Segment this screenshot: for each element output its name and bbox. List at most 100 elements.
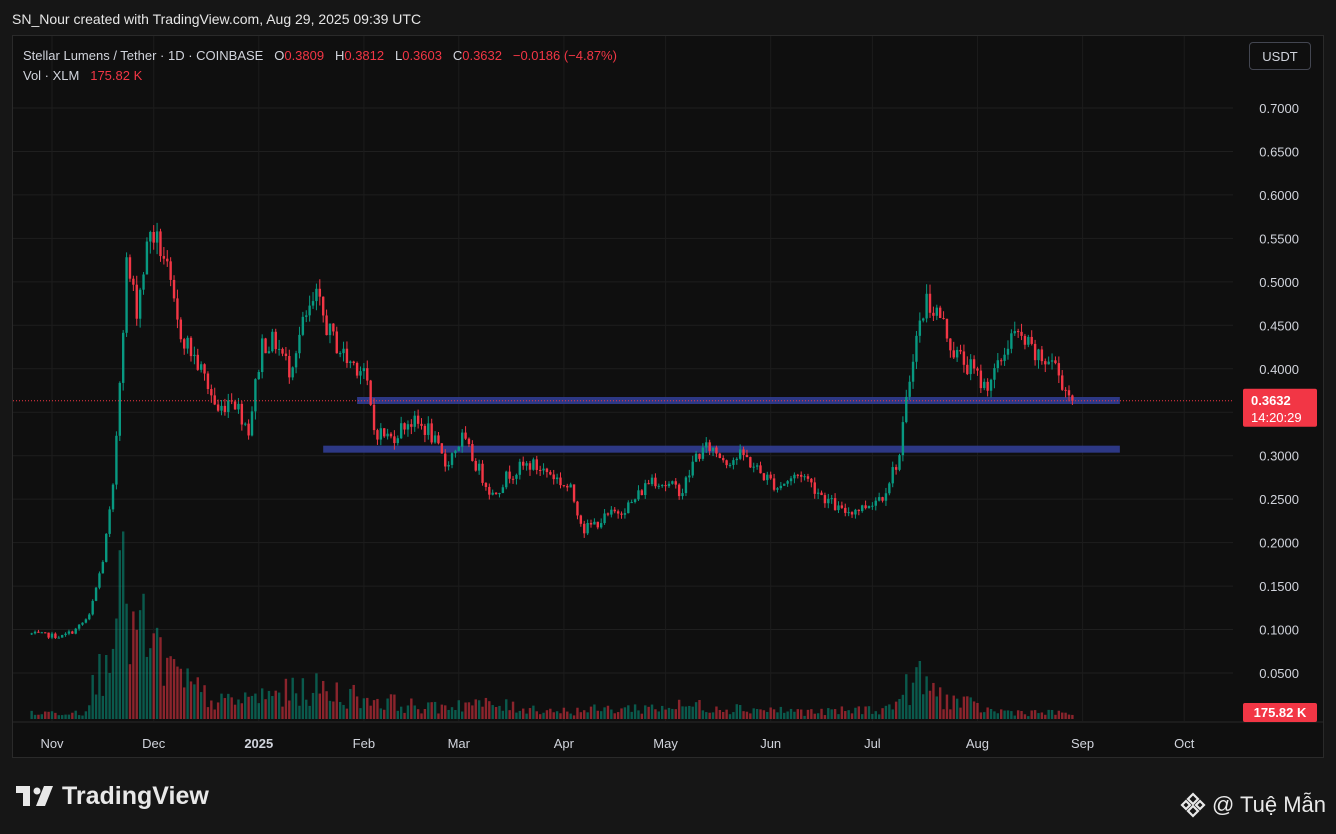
volume-bar bbox=[379, 708, 383, 719]
x-tick-label: Nov bbox=[40, 736, 64, 751]
candle-body bbox=[254, 379, 257, 412]
x-tick-label: 2025 bbox=[244, 736, 273, 751]
volume-bar bbox=[576, 707, 579, 719]
volume-bar bbox=[850, 713, 854, 719]
volume-bar bbox=[1067, 714, 1071, 719]
candle-body bbox=[650, 477, 654, 485]
candle-body bbox=[993, 368, 996, 380]
volume-bar bbox=[416, 709, 420, 719]
symbol-name[interactable]: Stellar Lumens / Tether · 1D · COINBASE bbox=[23, 48, 263, 63]
volume-bar bbox=[698, 700, 701, 719]
candle-body bbox=[596, 521, 599, 528]
candle-body bbox=[33, 631, 37, 634]
candle-body bbox=[688, 475, 691, 478]
volume-bar bbox=[789, 708, 793, 719]
candle-body bbox=[349, 361, 352, 364]
volume-bar bbox=[511, 701, 515, 719]
candle-body bbox=[105, 533, 108, 562]
volume-bar bbox=[281, 706, 284, 719]
volume-bar bbox=[674, 709, 677, 719]
candle-body bbox=[406, 424, 410, 430]
candle-body bbox=[264, 338, 267, 354]
volume-bar bbox=[566, 711, 569, 719]
volume-bar bbox=[925, 676, 928, 719]
volume-bar bbox=[318, 693, 322, 719]
volume-bar bbox=[274, 690, 277, 719]
candle-body bbox=[542, 468, 545, 471]
candle-body bbox=[132, 278, 135, 285]
candle-body bbox=[444, 453, 447, 467]
volume-bar bbox=[976, 702, 979, 719]
currency-unit-button[interactable]: USDT bbox=[1249, 42, 1311, 70]
candle-body bbox=[745, 454, 749, 458]
candle-body bbox=[379, 428, 383, 440]
candle-body bbox=[718, 453, 722, 459]
candle-body bbox=[135, 284, 138, 319]
y-tick-label: 0.7000 bbox=[1259, 101, 1299, 116]
candle-body bbox=[237, 403, 240, 410]
volume-bar bbox=[105, 655, 108, 719]
candle-body bbox=[145, 241, 149, 275]
candle-body bbox=[193, 354, 196, 357]
candle-body bbox=[1047, 361, 1050, 365]
volume-bar bbox=[305, 699, 308, 719]
author-name: @ Tuệ Mẫn bbox=[1211, 792, 1326, 817]
candle-body bbox=[325, 315, 328, 336]
volume-bar bbox=[33, 714, 37, 719]
volume-bar bbox=[54, 712, 57, 719]
y-tick-label: 0.5500 bbox=[1259, 231, 1299, 246]
volume-bar bbox=[433, 701, 437, 719]
volume-bar bbox=[969, 697, 972, 719]
candle-body bbox=[450, 453, 454, 465]
volume-bar bbox=[844, 711, 847, 719]
candle-body bbox=[437, 435, 440, 444]
volume-bar bbox=[1064, 712, 1067, 719]
candle-body bbox=[772, 478, 776, 490]
candle-body bbox=[213, 395, 216, 405]
volume-bar bbox=[759, 709, 762, 719]
candle-body bbox=[227, 400, 230, 412]
candle-body bbox=[749, 457, 752, 468]
candle-body bbox=[84, 619, 88, 623]
candle-body bbox=[338, 353, 342, 355]
candle-body bbox=[40, 632, 44, 634]
candle-body bbox=[332, 323, 335, 332]
candle-body bbox=[796, 474, 799, 476]
volume-bar bbox=[823, 715, 827, 719]
volume-bar bbox=[881, 708, 884, 719]
tradingview-logo[interactable]: TradingView bbox=[16, 782, 209, 811]
chart-panel[interactable]: 0.7000 0.6500 0.6000 0.5500 0.5000 0.4500 0.40… bbox=[12, 35, 1324, 758]
volume-bar bbox=[372, 700, 376, 719]
price-chart[interactable]: 0.7000 0.6500 0.6000 0.5500 0.5000 0.4500 0.40… bbox=[13, 36, 1323, 757]
volume-bar bbox=[779, 706, 783, 719]
y-tick-label: 0.1500 bbox=[1259, 579, 1299, 594]
candle-body bbox=[1030, 336, 1033, 344]
candle-body bbox=[81, 622, 84, 625]
candle-body bbox=[396, 438, 399, 444]
candle-body bbox=[864, 505, 867, 509]
volume-bar bbox=[1044, 714, 1047, 719]
volume-bar bbox=[199, 692, 203, 719]
support-zone-1[interactable] bbox=[357, 396, 1120, 404]
y-tick-label: 0.2000 bbox=[1259, 536, 1299, 551]
candle-body bbox=[813, 482, 816, 494]
volume-bar bbox=[410, 698, 413, 719]
candle-body bbox=[155, 231, 159, 243]
volume-bar bbox=[983, 712, 986, 719]
candle-body bbox=[467, 438, 471, 445]
volume-bar bbox=[742, 711, 745, 719]
volume-bar bbox=[993, 711, 996, 719]
candle-body bbox=[505, 471, 508, 488]
volume-bar bbox=[376, 698, 379, 719]
volume-bar bbox=[216, 702, 220, 719]
volume-bar bbox=[538, 714, 542, 719]
volume-bar bbox=[399, 706, 403, 719]
x-tick-label: Sep bbox=[1071, 736, 1094, 751]
candle-body bbox=[898, 455, 901, 470]
volume-bar bbox=[827, 708, 830, 719]
candle-body bbox=[420, 423, 423, 426]
candle-body bbox=[488, 486, 491, 495]
candle-body bbox=[535, 459, 538, 470]
candle-body bbox=[922, 318, 925, 321]
volume-label[interactable]: Vol · XLM bbox=[23, 68, 79, 83]
